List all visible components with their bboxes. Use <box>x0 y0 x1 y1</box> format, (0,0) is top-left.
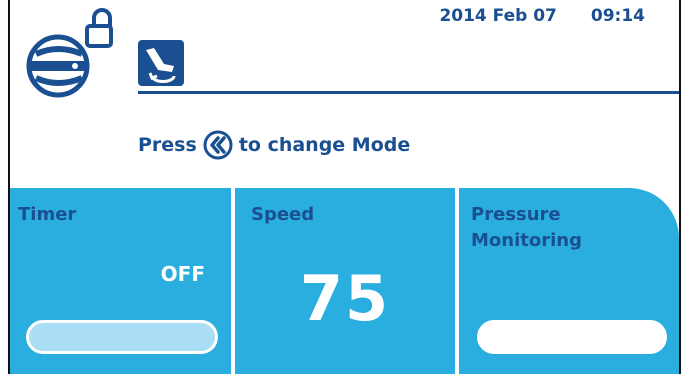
status-panels: Timer OFF Speed 75 Pressure Monitoring <box>10 188 679 374</box>
device-screen: 2014 Feb 07 09:14 Press to change Mode T… <box>8 0 681 374</box>
pressure-indicator-bar <box>477 320 667 354</box>
unlocked-padlock-icon <box>85 8 113 48</box>
hint-suffix: to change Mode <box>238 134 411 156</box>
date-label: 2014 Feb 07 <box>439 6 557 26</box>
pressure-title: Pressure Monitoring <box>471 202 582 254</box>
pressure-title-line1: Pressure <box>471 204 561 225</box>
mode-hint: Press to change Mode <box>138 130 410 160</box>
timer-panel[interactable]: Timer OFF <box>10 188 231 374</box>
header-divider <box>138 91 679 94</box>
timer-title: Timer <box>18 204 77 225</box>
double-left-arrow-key-icon[interactable] <box>203 130 233 160</box>
hint-prefix: Press <box>138 134 197 156</box>
timer-value: OFF <box>160 262 205 286</box>
time-label: 09:14 <box>590 6 645 26</box>
speed-value: 75 <box>299 262 391 335</box>
speed-panel[interactable]: Speed 75 <box>235 188 455 374</box>
pressure-title-line2: Monitoring <box>471 230 582 251</box>
speed-title: Speed <box>251 204 315 225</box>
pressure-monitoring-panel[interactable]: Pressure Monitoring <box>459 188 679 374</box>
status-bar: 2014 Feb 07 09:14 <box>439 6 645 26</box>
chair-rotate-icon <box>138 40 184 86</box>
pump-icon <box>26 8 113 98</box>
timer-progress-bar <box>26 320 218 354</box>
